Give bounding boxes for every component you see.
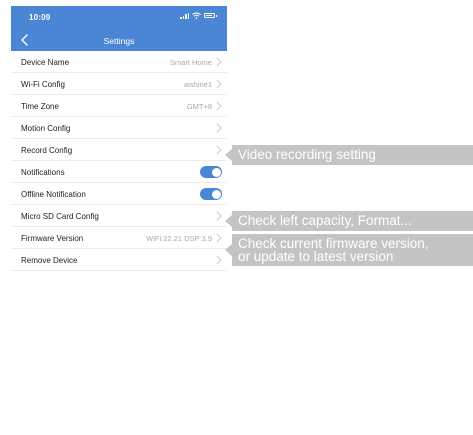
micro-sd-card-config-row[interactable]: Micro SD Card Config xyxy=(11,205,227,227)
callout-text: Check left capacity, Format... xyxy=(238,213,412,228)
firmware-callout: Check current firmware version, or updat… xyxy=(232,234,473,266)
settings-header: 10:09 Settings xyxy=(11,6,227,51)
chevron-right-icon xyxy=(216,233,222,243)
row-label: Motion Config xyxy=(21,124,71,133)
chevron-right-icon xyxy=(216,79,222,89)
row-label: Firmware Version xyxy=(21,234,84,243)
row-label: Offline Notification xyxy=(21,190,86,199)
manual-illustration: 10:09 Settings Device Name Smart Home Wi… xyxy=(0,0,473,435)
row-label: Notifications xyxy=(21,168,65,177)
offline-notification-toggle[interactable] xyxy=(200,188,222,200)
row-label: Time Zone xyxy=(21,102,59,111)
toggle-knob xyxy=(211,189,221,199)
page-title: Settings xyxy=(103,36,135,46)
remove-device-row[interactable]: Remove Device xyxy=(11,249,227,271)
status-icons xyxy=(180,12,217,19)
notifications-toggle[interactable] xyxy=(200,166,222,178)
chevron-right-icon xyxy=(216,101,222,111)
chevron-right-icon xyxy=(216,211,222,221)
record-config-row[interactable]: Record Config xyxy=(11,139,227,161)
row-label: Record Config xyxy=(21,146,73,155)
cellular-signal-icon xyxy=(180,12,189,19)
record-config-callout: Video recording setting xyxy=(232,145,473,165)
toggle-knob xyxy=(211,167,221,177)
row-value: aishine1 xyxy=(184,80,212,89)
notifications-row: Notifications xyxy=(11,161,227,183)
motion-config-row[interactable]: Motion Config xyxy=(11,117,227,139)
chevron-right-icon xyxy=(216,57,222,67)
row-label: Remove Device xyxy=(21,256,78,265)
settings-list: Device Name Smart Home Wi-Fi Config aish… xyxy=(11,51,227,271)
row-value: Smart Home xyxy=(169,58,212,67)
phone-screen: 10:09 Settings Device Name Smart Home Wi… xyxy=(11,6,227,282)
device-name-row[interactable]: Device Name Smart Home xyxy=(11,51,227,73)
time-zone-row[interactable]: Time Zone GMT+8 xyxy=(11,95,227,117)
firmware-version-row[interactable]: Firmware Version WiFi:22.21 DSP:3.9 xyxy=(11,227,227,249)
row-label: Wi-Fi Config xyxy=(21,80,66,89)
battery-icon xyxy=(204,13,217,18)
row-label: Device Name xyxy=(21,58,70,67)
wifi-icon xyxy=(192,12,201,19)
chevron-right-icon xyxy=(216,123,222,133)
callout-text-line-2: or update to latest version xyxy=(238,249,394,264)
offline-notification-row: Offline Notification xyxy=(11,183,227,205)
callout-text: Video recording setting xyxy=(238,147,376,162)
chevron-right-icon xyxy=(216,255,222,265)
chevron-right-icon xyxy=(216,145,222,155)
status-time: 10:09 xyxy=(29,13,51,22)
row-label: Micro SD Card Config xyxy=(21,212,99,221)
row-value: WiFi:22.21 DSP:3.9 xyxy=(146,234,212,243)
row-value: GMT+8 xyxy=(186,102,212,111)
wifi-config-row[interactable]: Wi-Fi Config aishine1 xyxy=(11,73,227,95)
sd-card-callout: Check left capacity, Format... xyxy=(232,211,473,231)
